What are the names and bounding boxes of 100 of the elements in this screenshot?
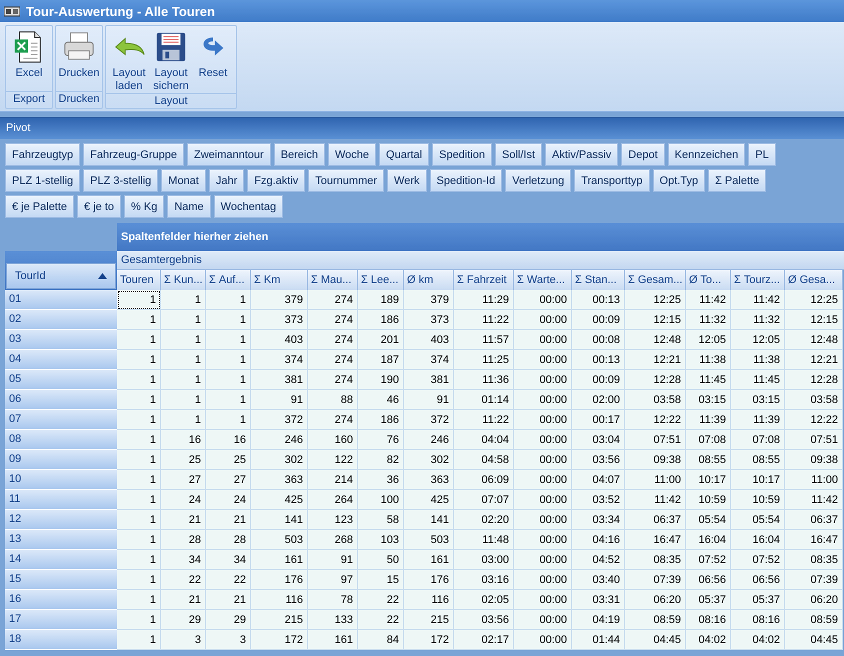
row-header[interactable]: 03 bbox=[5, 330, 117, 350]
column-header[interactable]: Σ Gesam... bbox=[625, 270, 686, 290]
row-header[interactable]: 10 bbox=[5, 470, 117, 490]
row-header[interactable]: 02 bbox=[5, 310, 117, 330]
field-button[interactable]: PL bbox=[748, 143, 776, 166]
table-cell: 11:25 bbox=[454, 350, 514, 370]
table-cell: 268 bbox=[308, 530, 358, 550]
field-button[interactable]: Name bbox=[167, 195, 211, 218]
row-header[interactable]: 07 bbox=[5, 410, 117, 430]
field-button[interactable]: PLZ 1-stellig bbox=[5, 169, 80, 192]
field-button[interactable]: Woche bbox=[328, 143, 376, 166]
table-cell: 12:22 bbox=[785, 410, 843, 430]
table-cell: 116 bbox=[251, 590, 308, 610]
field-button[interactable]: € je Palette bbox=[5, 195, 74, 218]
table-cell: 27 bbox=[206, 470, 251, 490]
ribbon-button[interactable]: Layout laden bbox=[108, 28, 150, 93]
field-button[interactable]: Spedition bbox=[432, 143, 492, 166]
ribbon-button[interactable]: Excel bbox=[8, 28, 50, 91]
row-header[interactable]: 11 bbox=[5, 490, 117, 510]
table-cell: 12:15 bbox=[625, 310, 686, 330]
column-header[interactable]: Ø km bbox=[404, 270, 454, 290]
row-header[interactable]: 06 bbox=[5, 390, 117, 410]
table-cell: 1 bbox=[206, 350, 251, 370]
column-header[interactable]: Σ Kun... bbox=[161, 270, 206, 290]
column-header[interactable]: Σ Warte... bbox=[514, 270, 572, 290]
group-label: Layout bbox=[106, 93, 236, 109]
column-header[interactable]: Σ Tourz... bbox=[731, 270, 785, 290]
row-header[interactable]: 18 bbox=[5, 630, 117, 650]
field-button[interactable]: € je to bbox=[77, 195, 122, 218]
row-header[interactable]: 05 bbox=[5, 370, 117, 390]
ribbon-button[interactable]: Drucken bbox=[58, 28, 100, 91]
row-header[interactable]: 17 bbox=[5, 610, 117, 630]
field-button[interactable]: Depot bbox=[621, 143, 665, 166]
field-button[interactable]: Σ Palette bbox=[708, 169, 766, 192]
table-cell: 02:20 bbox=[454, 510, 514, 530]
table-cell: 373 bbox=[404, 310, 454, 330]
column-header[interactable]: Σ Fahrzeit bbox=[454, 270, 514, 290]
table-cell: 12:21 bbox=[785, 350, 843, 370]
table-cell: 21 bbox=[206, 510, 251, 530]
row-header[interactable]: 12 bbox=[5, 510, 117, 530]
table-cell: 06:09 bbox=[454, 470, 514, 490]
row-header[interactable]: 14 bbox=[5, 550, 117, 570]
column-header[interactable]: Ø Gesa... bbox=[785, 270, 843, 290]
row-field-button[interactable]: TourId bbox=[6, 263, 116, 289]
table-cell: 03:15 bbox=[686, 390, 731, 410]
row-header[interactable]: 13 bbox=[5, 530, 117, 550]
field-button[interactable]: Fahrzeug-Gruppe bbox=[83, 143, 184, 166]
column-header[interactable]: Σ Lee... bbox=[358, 270, 404, 290]
field-button[interactable]: Bereich bbox=[274, 143, 325, 166]
row-header[interactable]: 08 bbox=[5, 430, 117, 450]
table-cell: 07:08 bbox=[686, 430, 731, 450]
table-cell: 1 bbox=[117, 630, 161, 650]
field-button[interactable]: Werk bbox=[387, 169, 426, 192]
field-button[interactable]: Fahrzeugtyp bbox=[5, 143, 80, 166]
table-cell: 11:42 bbox=[625, 490, 686, 510]
table-cell: 1 bbox=[117, 570, 161, 590]
table-cell: 16:47 bbox=[625, 530, 686, 550]
field-button[interactable]: Zweimanntour bbox=[186, 143, 271, 166]
field-button[interactable]: Aktiv/Passiv bbox=[545, 143, 618, 166]
field-button[interactable]: Verletzung bbox=[505, 169, 572, 192]
field-button[interactable]: Spedition-Id bbox=[430, 169, 502, 192]
column-header[interactable]: Ø To... bbox=[686, 270, 731, 290]
field-button[interactable]: % Kg bbox=[124, 195, 164, 218]
field-button[interactable]: PLZ 3-stellig bbox=[83, 169, 158, 192]
field-button[interactable]: Soll/Ist bbox=[494, 143, 542, 166]
field-button[interactable]: Wochentag bbox=[214, 195, 284, 218]
row-header[interactable]: 01 bbox=[5, 290, 117, 310]
field-button[interactable]: Fzg.aktiv bbox=[247, 169, 306, 192]
field-button[interactable]: Jahr bbox=[208, 169, 244, 192]
table-cell: 08:35 bbox=[785, 550, 843, 570]
field-button[interactable]: Monat bbox=[161, 169, 206, 192]
table-cell: 24 bbox=[206, 490, 251, 510]
field-button[interactable]: Kennzeichen bbox=[668, 143, 746, 166]
table-cell: 425 bbox=[251, 490, 308, 510]
row-header[interactable]: 09 bbox=[5, 450, 117, 470]
field-button[interactable]: Opt.Typ bbox=[652, 169, 706, 192]
ribbon-button[interactable]: Reset bbox=[192, 28, 234, 93]
column-header[interactable]: Σ Mau... bbox=[308, 270, 358, 290]
column-header[interactable]: Touren bbox=[117, 270, 161, 290]
row-header[interactable]: 15 bbox=[5, 570, 117, 590]
field-button[interactable]: Tournummer bbox=[308, 169, 384, 192]
ribbon-button[interactable]: Layout sichern bbox=[150, 28, 192, 93]
column-header[interactable]: Σ Stan... bbox=[572, 270, 625, 290]
table-cell: 00:17 bbox=[572, 410, 625, 430]
table-cell: 11:42 bbox=[686, 290, 731, 310]
table-cell: 141 bbox=[404, 510, 454, 530]
field-button[interactable]: Quartal bbox=[379, 143, 430, 166]
table-cell: 25 bbox=[161, 450, 206, 470]
row-header[interactable]: 04 bbox=[5, 350, 117, 370]
table-cell: 00:00 bbox=[514, 410, 572, 430]
row-header[interactable]: 16 bbox=[5, 590, 117, 610]
table-cell: 97 bbox=[308, 570, 358, 590]
table-cell: 91 bbox=[404, 390, 454, 410]
column-header[interactable]: Σ Km bbox=[251, 270, 308, 290]
table-cell: 189 bbox=[358, 290, 404, 310]
column-header[interactable]: Σ Auf... bbox=[206, 270, 251, 290]
table-cell: 22 bbox=[206, 570, 251, 590]
table-cell: 00:00 bbox=[514, 550, 572, 570]
field-button[interactable]: Transporttyp bbox=[574, 169, 650, 192]
table-cell: 372 bbox=[251, 410, 308, 430]
